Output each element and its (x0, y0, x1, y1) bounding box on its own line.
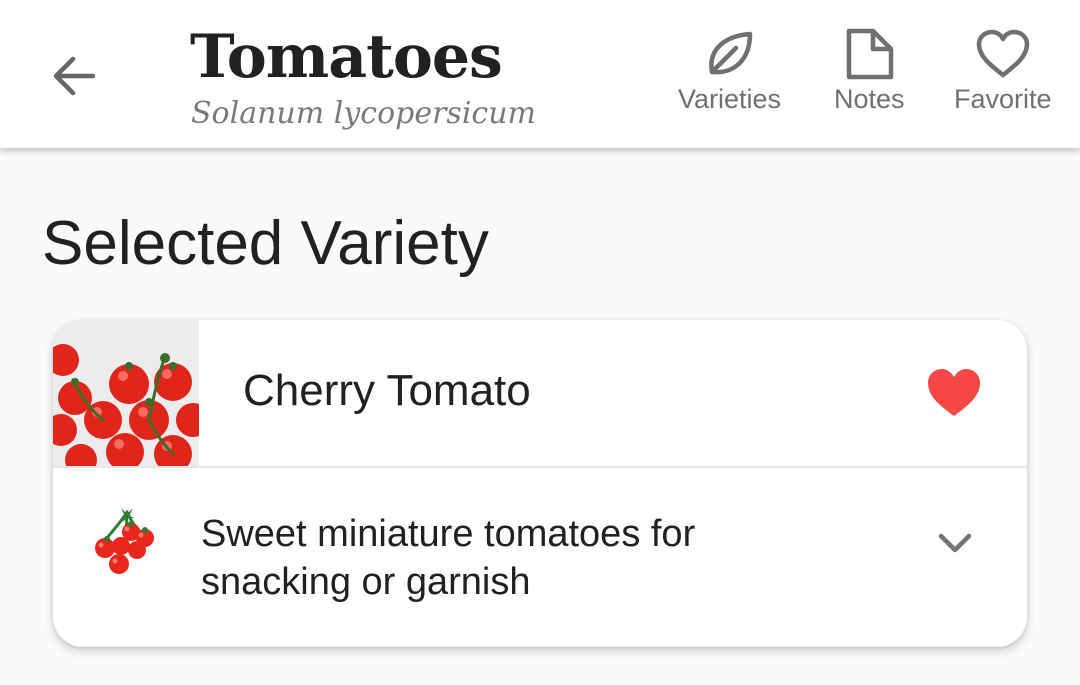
favorite-button[interactable]: Favorite (954, 28, 1052, 115)
heart-outline-icon (976, 29, 1030, 78)
card-divider (53, 466, 1027, 468)
section-heading: Selected Variety (42, 209, 489, 278)
heart-filled-icon[interactable] (925, 366, 983, 420)
cherry-tomatoes-photo (53, 320, 199, 466)
notes-button[interactable]: Notes (834, 28, 905, 115)
arrow-left-icon (53, 56, 96, 96)
variety-name: Cherry Tomato (243, 366, 531, 415)
page-title: Tomatoes (190, 22, 503, 92)
variety-thumbnail (53, 320, 199, 466)
varieties-label: Varieties (678, 84, 782, 114)
varieties-button[interactable]: Varieties (678, 28, 781, 115)
chevron-down-icon[interactable] (933, 523, 977, 563)
back-button[interactable] (44, 46, 104, 106)
app-bar: Tomatoes Solanum lycopersicum Varieties … (0, 0, 1080, 148)
notes-label: Notes (834, 84, 905, 114)
cherry-tomato-cluster-icon (95, 508, 154, 574)
leaf-icon (708, 31, 752, 75)
note-icon (847, 28, 894, 80)
favorite-label: Favorite (954, 84, 1052, 114)
variety-description: Sweet miniature tomatoes for snacking or… (201, 513, 696, 603)
page-subtitle: Solanum lycopersicum (191, 96, 536, 131)
variety-card[interactable]: Cherry Tomato Sweet miniature tomatoes f… (53, 320, 1027, 647)
